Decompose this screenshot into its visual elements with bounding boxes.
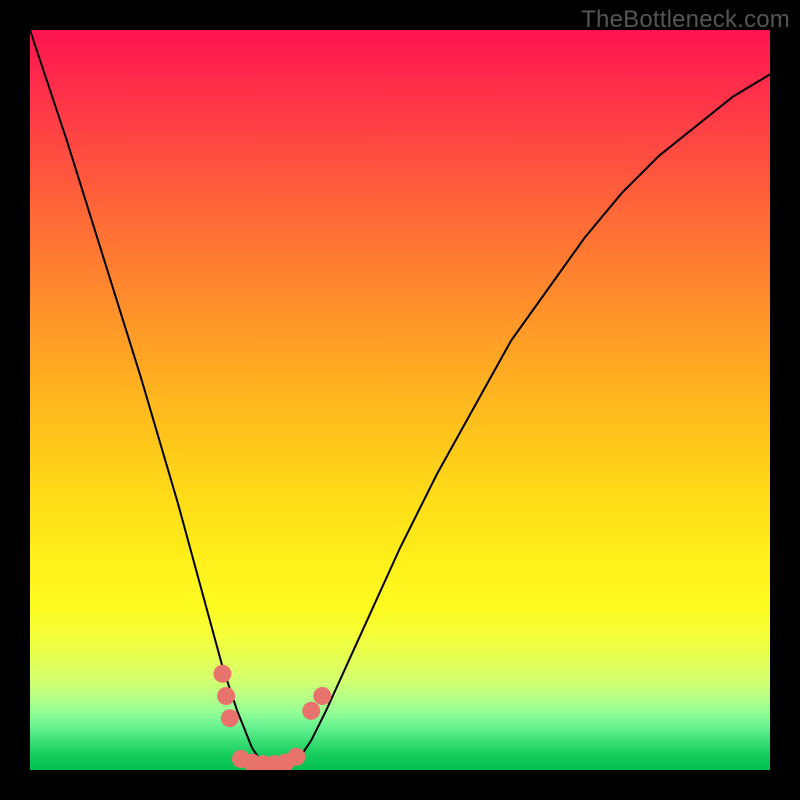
marker-dot	[313, 687, 331, 705]
curve-layer	[30, 30, 770, 770]
chart-svg	[30, 30, 770, 770]
plot-area	[30, 30, 770, 770]
bottleneck-curve	[30, 30, 770, 770]
marker-dot	[217, 687, 235, 705]
marker-dot	[287, 748, 305, 766]
marker-dot	[302, 702, 320, 720]
marker-dot	[213, 665, 231, 683]
marker-dot	[221, 709, 239, 727]
marker-layer	[213, 665, 331, 770]
chart-frame: TheBottleneck.com	[0, 0, 800, 800]
watermark-text: TheBottleneck.com	[581, 6, 790, 34]
